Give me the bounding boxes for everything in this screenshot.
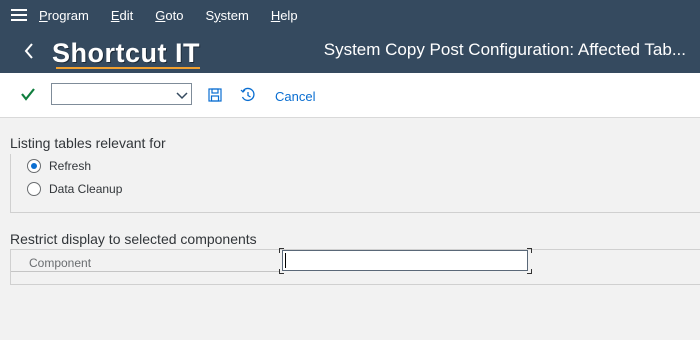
- menu-system[interactable]: System: [205, 8, 248, 23]
- listing-group-box: Refresh Data Cleanup: [10, 154, 700, 213]
- listing-section-title: Listing tables relevant for: [10, 135, 166, 151]
- radio-label-refresh: Refresh: [49, 159, 92, 173]
- cancel-button[interactable]: Cancel: [275, 89, 315, 104]
- radio-button-data-cleanup[interactable]: [27, 182, 41, 196]
- history-icon[interactable]: [240, 87, 256, 108]
- radio-label-data-cleanup: Data Cleanup: [49, 182, 123, 196]
- chevron-down-icon[interactable]: [176, 88, 188, 106]
- radio-data-cleanup[interactable]: Data Cleanup: [27, 182, 122, 196]
- component-input[interactable]: [283, 251, 527, 270]
- menu-icon[interactable]: [11, 9, 27, 21]
- menu-program[interactable]: Program: [39, 8, 89, 23]
- application-toolbar: Cancel: [0, 73, 700, 118]
- menu-goto[interactable]: Goto: [155, 8, 183, 23]
- radio-button-refresh[interactable]: [27, 159, 41, 173]
- focus-corner: [279, 269, 284, 274]
- menu-edit[interactable]: Edit: [111, 8, 133, 23]
- menu-bar: Program Edit Goto System Help: [0, 0, 700, 30]
- checkmark-icon[interactable]: [20, 86, 36, 107]
- logo-text: Shortcut IT: [52, 38, 200, 68]
- back-icon[interactable]: [19, 39, 41, 63]
- command-input[interactable]: [52, 84, 180, 104]
- component-label-underline: [11, 271, 279, 272]
- focus-corner: [279, 248, 284, 253]
- component-label: Component: [29, 256, 92, 270]
- page-title: System Copy Post Configuration: Affected…: [323, 40, 686, 59]
- radio-refresh[interactable]: Refresh: [27, 159, 91, 173]
- save-icon[interactable]: [208, 88, 222, 107]
- logo: Shortcut IT: [52, 34, 200, 69]
- menu-help[interactable]: Help: [271, 8, 298, 23]
- focus-corner: [527, 269, 532, 274]
- text-cursor: [285, 253, 286, 268]
- component-input-field[interactable]: [282, 250, 528, 271]
- command-field[interactable]: [51, 83, 192, 105]
- title-bar: Shortcut IT System Copy Post Configurati…: [0, 30, 700, 73]
- restrict-section-title: Restrict display to selected components: [10, 231, 257, 247]
- logo-underline: [56, 67, 200, 69]
- focus-corner: [527, 248, 532, 253]
